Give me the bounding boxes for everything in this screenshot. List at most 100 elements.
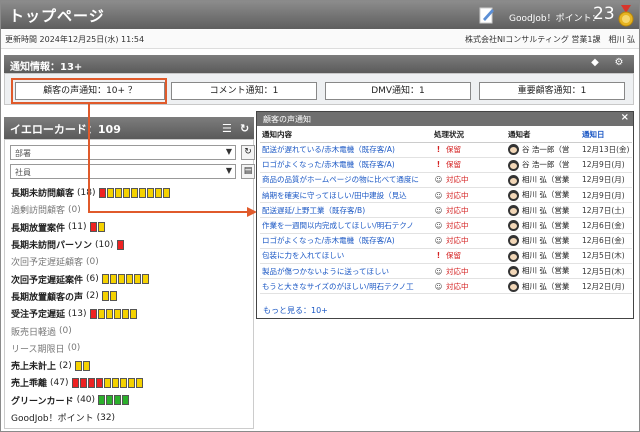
severity-square <box>121 308 129 319</box>
severity-square <box>122 395 130 406</box>
chevron-down-icon: ▼ <box>225 166 232 175</box>
yellow-card-item[interactable]: 過剰訪問顧客 (0) <box>11 201 255 218</box>
severity-square <box>106 395 114 406</box>
voice-content-link[interactable]: 製品が傷つかないように送ってほしい <box>260 263 432 280</box>
severity-square <box>146 187 154 198</box>
severity-square <box>116 239 124 250</box>
table-row[interactable]: 商品の品質がホームページの物に比べて通度に ☺ 対応中 相川 弘（営業 12月9日(月) <box>260 172 632 189</box>
yellow-card-item[interactable]: リース期限日 (0) <box>11 340 255 357</box>
layers-icon[interactable]: ◆ <box>590 58 600 68</box>
yellow-card-item[interactable]: 次回予定遅延顧客 (0) <box>11 253 255 270</box>
user-cell: 相川 弘（営業 <box>506 172 580 189</box>
severity-square <box>119 377 127 388</box>
table-row[interactable]: ロゴがよくなった/赤木電機（既存客/A)! 保留 谷 浩一郎（営 12月9日(月) <box>260 157 632 173</box>
status-text: 保留 <box>446 251 461 261</box>
yellow-card-count: (11) <box>68 222 87 233</box>
tab-important-customer[interactable]: 重要顧客通知：1 <box>479 82 625 100</box>
yellow-card-label: GoodJob！ポイント <box>11 414 94 424</box>
tab-comment[interactable]: コメント通知：1 <box>171 82 317 100</box>
company-user: 株式会社NIコンサルティング 営業1課 相川 弘 <box>464 35 635 44</box>
table-row[interactable]: 包装に力を入れてほしい! 保留 相川 弘（営業 12月5日(木) <box>260 248 632 265</box>
yellow-card-item[interactable]: グリーンカード (40) <box>11 392 255 409</box>
date-cell: 12月6日(金) <box>580 233 632 249</box>
yellow-card-item[interactable]: 販売日軽過 (0) <box>11 322 255 339</box>
user-name: 相川 弘（営業 <box>522 266 570 276</box>
employee-copy-button[interactable]: ▤ <box>241 164 255 179</box>
yellow-card-item[interactable]: 長期未訪問顧客 (18) <box>11 184 255 201</box>
dept-select[interactable]: 部署 ▼ <box>10 145 236 160</box>
col-status[interactable]: 処理状況 <box>432 128 506 143</box>
connector-line <box>88 211 248 213</box>
yellow-card-item[interactable]: 長期放置案件 (11) <box>11 219 255 236</box>
col-user[interactable]: 通知者 <box>506 128 580 143</box>
severity-square <box>125 274 133 285</box>
voice-content-link[interactable]: 作業を一週間以内完成してほしい/明石テクノ <box>260 217 432 234</box>
status-cell: ☺ 対応中 <box>432 187 506 204</box>
voice-content-link[interactable]: 包装に力を入れてほしい <box>260 248 432 265</box>
yellow-card-item[interactable]: GoodJob！ポイント (32) <box>11 409 255 426</box>
status-text: 対応中 <box>446 175 469 185</box>
table-row[interactable]: 配送が遅れている/赤木電機（既存客/A)! 保留 谷 浩一郎（営 12月13日(金) <box>260 142 632 158</box>
yellow-card-item[interactable]: 売上未計上 (2) <box>11 357 255 374</box>
status-cell: ☺ 対応中 <box>432 233 506 249</box>
table-row[interactable]: 作業を一週間以内完成してほしい/明石テクノ ☺ 対応中 相川 弘（営業 12月6日(金) <box>260 217 632 234</box>
user-cell: 相川 弘（営業 <box>506 187 580 204</box>
severity-square <box>101 291 109 302</box>
user-name: 相川 弘（営業 <box>522 190 570 200</box>
yellow-card-item[interactable]: 売上乖離 (47) <box>11 374 255 391</box>
col-date[interactable]: 通知日 <box>580 128 632 143</box>
yellow-card-header: イエローカード：109 ☰ ↻ <box>4 117 254 139</box>
yellow-card-label: 売上未計上 <box>11 362 57 373</box>
status-cell: ! 保留 <box>432 248 506 265</box>
yellow-card-label: 過剰訪問顧客 <box>11 206 66 217</box>
more-link[interactable]: もっと見る：10+ <box>263 305 328 316</box>
status-cell: ☺ 対応中 <box>432 217 506 234</box>
voice-content-link[interactable]: 納期を確実に守ってほしい/田中建設（見込 <box>260 187 432 204</box>
voice-content-link[interactable]: 配送が遅れている/赤木電機（既存客/A) <box>260 142 432 158</box>
severity-square <box>127 377 135 388</box>
goodjob-value[interactable]: 23 <box>593 4 615 24</box>
goodjob-label: GoodJob！ポイント： <box>509 14 601 24</box>
table-row[interactable]: もうと大きなサイズのがほしい/明石テクノ工 ☺ 対応中 相川 弘（営業 12月2日(月) <box>260 278 632 295</box>
yellow-card-count: (32) <box>96 412 116 423</box>
popup-header: 顧客の声通知 × <box>257 112 633 126</box>
refresh-icon[interactable]: ↻ <box>240 122 249 135</box>
date-cell: 12月7日(土) <box>580 202 632 219</box>
table-row[interactable]: 配送遅延/上野工業（既存客/B) ☺ 対応中 相川 弘（営業 12月7日(土) <box>260 202 632 219</box>
yellow-card-item[interactable]: 長期放置顧客の声 (2) <box>11 288 255 305</box>
date-cell: 12月9日(月) <box>580 157 632 173</box>
status-text: 対応中 <box>446 221 469 231</box>
voice-content-link[interactable]: ロゴがよくなった/赤木電機（既存客/A) <box>260 233 432 249</box>
dept-reload-button[interactable]: ↻ <box>241 145 255 160</box>
yellow-card-item[interactable]: 次回予定遅延案件 (6) <box>11 270 255 287</box>
status-text: 対応中 <box>446 205 469 215</box>
yellow-card-item[interactable]: 受注予定遅延 (13) <box>11 305 255 322</box>
tab-dmv[interactable]: DMV通知：1 <box>325 82 471 100</box>
date-cell: 12月2日(月) <box>580 278 632 295</box>
yellow-card-label: 長期放置顧客の声 <box>11 292 84 303</box>
smiley-icon: ☺ <box>434 190 443 200</box>
severity-square <box>89 308 97 319</box>
smiley-icon: ☺ <box>434 281 443 291</box>
list-view-icon[interactable]: ☰ <box>222 122 232 135</box>
severity-square <box>138 187 146 198</box>
voice-content-link[interactable]: ロゴがよくなった/赤木電機（既存客/A) <box>260 157 432 173</box>
voice-content-link[interactable]: 商品の品質がホームページの物に比べて通度に <box>260 172 432 189</box>
voice-content-link[interactable]: 配送遅延/上野工業（既存客/B) <box>260 202 432 219</box>
status-text: 保留 <box>446 160 461 170</box>
table-row[interactable]: ロゴがよくなった/赤木電機（既存客/A) ☺ 対応中 相川 弘（営業 12月6日(金) <box>260 233 632 249</box>
yellow-card-item[interactable]: 長期未訪問パーソン (10) <box>11 236 255 253</box>
user-cell: 相川 弘（営業 <box>506 202 580 219</box>
severity-square <box>111 377 119 388</box>
voice-content-link[interactable]: もうと大きなサイズのがほしい/明石テクノ工 <box>260 278 432 295</box>
employee-select[interactable]: 社員 ▼ <box>10 164 236 179</box>
severity-square <box>135 377 143 388</box>
close-icon[interactable]: × <box>621 112 629 123</box>
gear-icon[interactable]: ⚙ <box>614 58 624 68</box>
goodjob-pen-icon[interactable] <box>479 6 495 24</box>
table-row[interactable]: 製品が傷つかないように送ってほしい ☺ 対応中 相川 弘（営業 12月5日(木) <box>260 263 632 280</box>
severity-bars <box>116 239 125 250</box>
col-content[interactable]: 通知内容 <box>260 128 432 143</box>
severity-square <box>114 187 122 198</box>
table-row[interactable]: 納期を確実に守ってほしい/田中建設（見込 ☺ 対応中 相川 弘（営業 12月9日(月) <box>260 187 632 204</box>
